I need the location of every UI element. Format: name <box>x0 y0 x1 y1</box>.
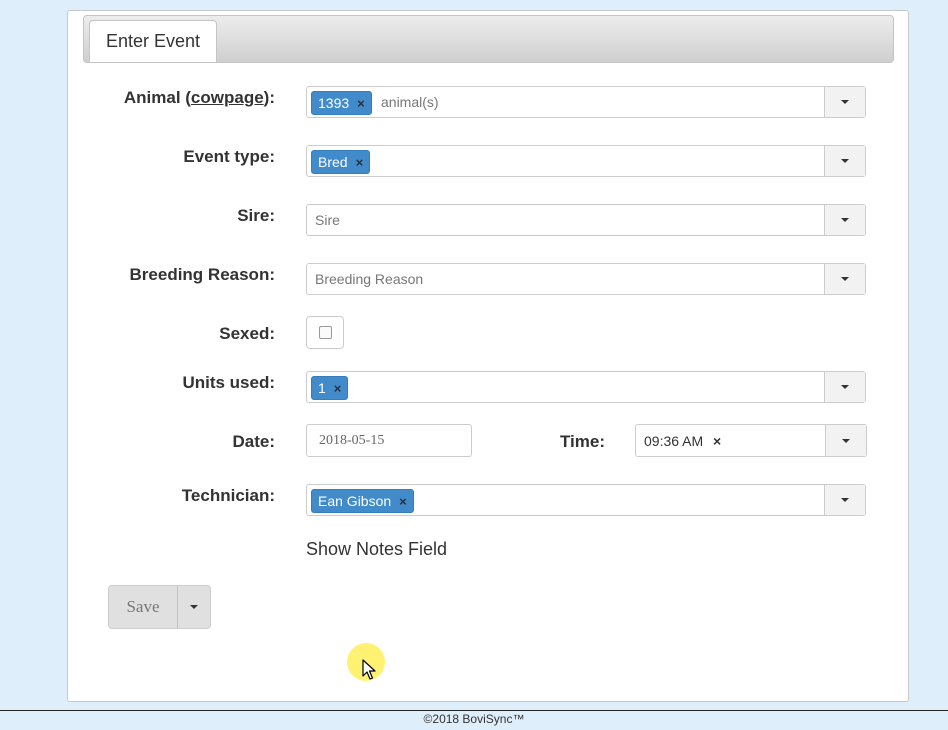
date-input[interactable]: 2018-05-15 <box>306 424 472 457</box>
technician-dropdown-toggle[interactable] <box>824 485 865 515</box>
caret-down-icon <box>842 438 850 443</box>
time-value: 09:36 AM <box>644 432 704 449</box>
footer-divider <box>0 710 948 711</box>
sexed-checkbox-wrapper <box>306 316 344 349</box>
time-label: Time: <box>559 432 605 451</box>
breeding-reason-dropdown-toggle[interactable] <box>824 264 865 294</box>
animal-label: Animal (cowpage): <box>123 88 275 107</box>
caret-down-icon <box>841 218 849 222</box>
remove-event-type-icon[interactable]: × <box>356 155 364 170</box>
time-dropdown-toggle[interactable] <box>825 425 866 456</box>
date-label: Date: <box>232 432 275 451</box>
technician-select[interactable]: Ean Gibson × <box>306 484 866 516</box>
clear-time-icon[interactable]: × <box>713 425 721 456</box>
sire-placeholder: Sire <box>315 212 340 228</box>
breeding-reason-label: Breeding Reason: <box>129 265 275 284</box>
remove-units-icon[interactable]: × <box>334 381 342 396</box>
breeding-reason-placeholder: Breeding Reason <box>315 271 424 287</box>
cowpage-link[interactable]: cowpage <box>191 88 264 107</box>
technician-label: Technician: <box>181 486 275 505</box>
units-used-chip: 1 × <box>311 376 349 400</box>
time-select[interactable]: 09:36 AM × <box>635 424 867 457</box>
remove-technician-icon[interactable]: × <box>399 494 407 509</box>
caret-down-icon <box>841 385 849 389</box>
event-type-label: Event type: <box>183 147 275 166</box>
units-used-dropdown-toggle[interactable] <box>824 372 865 402</box>
animal-select[interactable]: 1393 × animal(s) <box>306 86 866 118</box>
animal-dropdown-toggle[interactable] <box>824 87 865 117</box>
units-used-select[interactable]: 1 × <box>306 371 866 403</box>
tab-divider <box>217 61 893 62</box>
sexed-label: Sexed: <box>219 324 275 343</box>
event-type-dropdown-toggle[interactable] <box>824 146 865 176</box>
save-button-group: Save <box>108 585 211 629</box>
sire-dropdown-toggle[interactable] <box>824 205 865 235</box>
mouse-pointer-icon <box>362 659 376 680</box>
animal-placeholder: animal(s) <box>381 94 439 110</box>
caret-down-icon <box>841 100 849 104</box>
caret-down-icon <box>841 277 849 281</box>
technician-chip: Ean Gibson × <box>311 489 414 513</box>
sire-select[interactable]: Sire <box>306 204 866 236</box>
sire-label: Sire: <box>237 206 275 225</box>
animal-chip: 1393 × <box>311 91 372 115</box>
event-type-chip: Bred × <box>311 150 371 174</box>
units-used-label: Units used: <box>182 373 275 392</box>
tab-enter-event[interactable]: Enter Event <box>89 20 217 62</box>
save-button[interactable]: Save <box>109 586 178 628</box>
show-notes-link[interactable]: Show Notes Field <box>306 539 447 560</box>
remove-animal-icon[interactable]: × <box>357 96 365 111</box>
sexed-checkbox[interactable] <box>318 326 332 339</box>
caret-down-icon <box>841 159 849 163</box>
save-options-toggle[interactable] <box>178 586 210 628</box>
breeding-reason-select[interactable]: Breeding Reason <box>306 263 866 295</box>
event-type-select[interactable]: Bred × <box>306 145 866 177</box>
caret-down-icon <box>841 498 849 502</box>
footer-copyright: ©2018 BoviSync™ <box>423 712 525 726</box>
caret-down-icon <box>190 605 198 609</box>
